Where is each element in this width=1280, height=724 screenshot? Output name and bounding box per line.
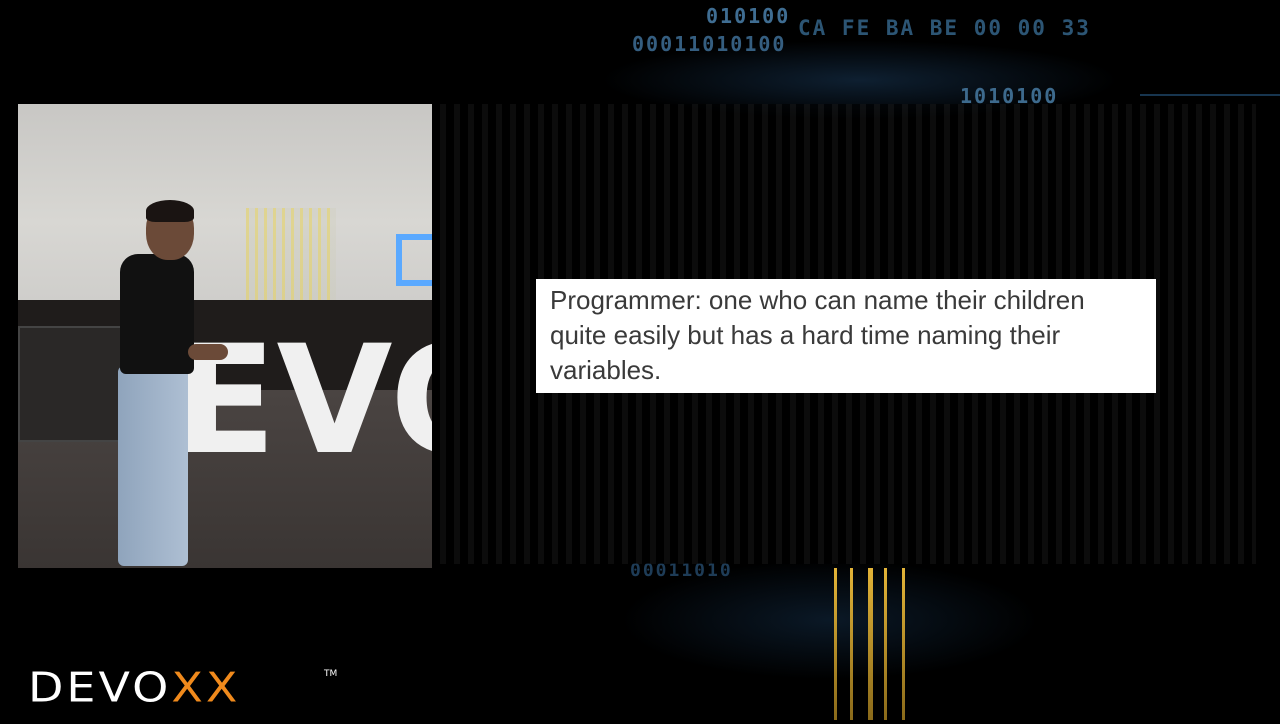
binary-code-text: 010100 [706,4,791,28]
circuit-trace [884,568,887,720]
hex-code-text: CA FE BA BE 00 00 33 [798,16,1091,40]
quote-line: variables. [550,355,662,385]
circuit-trace [850,568,853,720]
speaker-legs [118,366,188,566]
speaker-video: EVO [18,104,432,568]
stage-monitor [18,326,134,442]
circuit-trace [834,568,837,720]
stage-screen-graphic [246,208,336,300]
speaker-body [120,254,194,374]
circuit-trace [1140,94,1280,96]
devoxx-logo: DEVOXX TM [28,662,337,724]
logo-text: DEVO [28,662,172,712]
quote-line: quite easily but has a hard time naming … [550,320,1061,350]
trademark-symbol: TM [324,669,338,679]
speaker-hair [146,200,194,222]
logo-xx: XX [171,662,241,712]
quote-line: Programmer: one who can name their child… [550,285,1085,315]
circuit-trace [902,568,905,720]
binary-code-text: 00011010100 [632,32,787,56]
circuit-trace [868,568,873,720]
stage-screen [18,104,432,300]
speaker-arm [188,344,228,360]
stage-screen-logo-fragment [396,234,432,286]
quote-box: Programmer: one who can name their child… [536,279,1156,393]
